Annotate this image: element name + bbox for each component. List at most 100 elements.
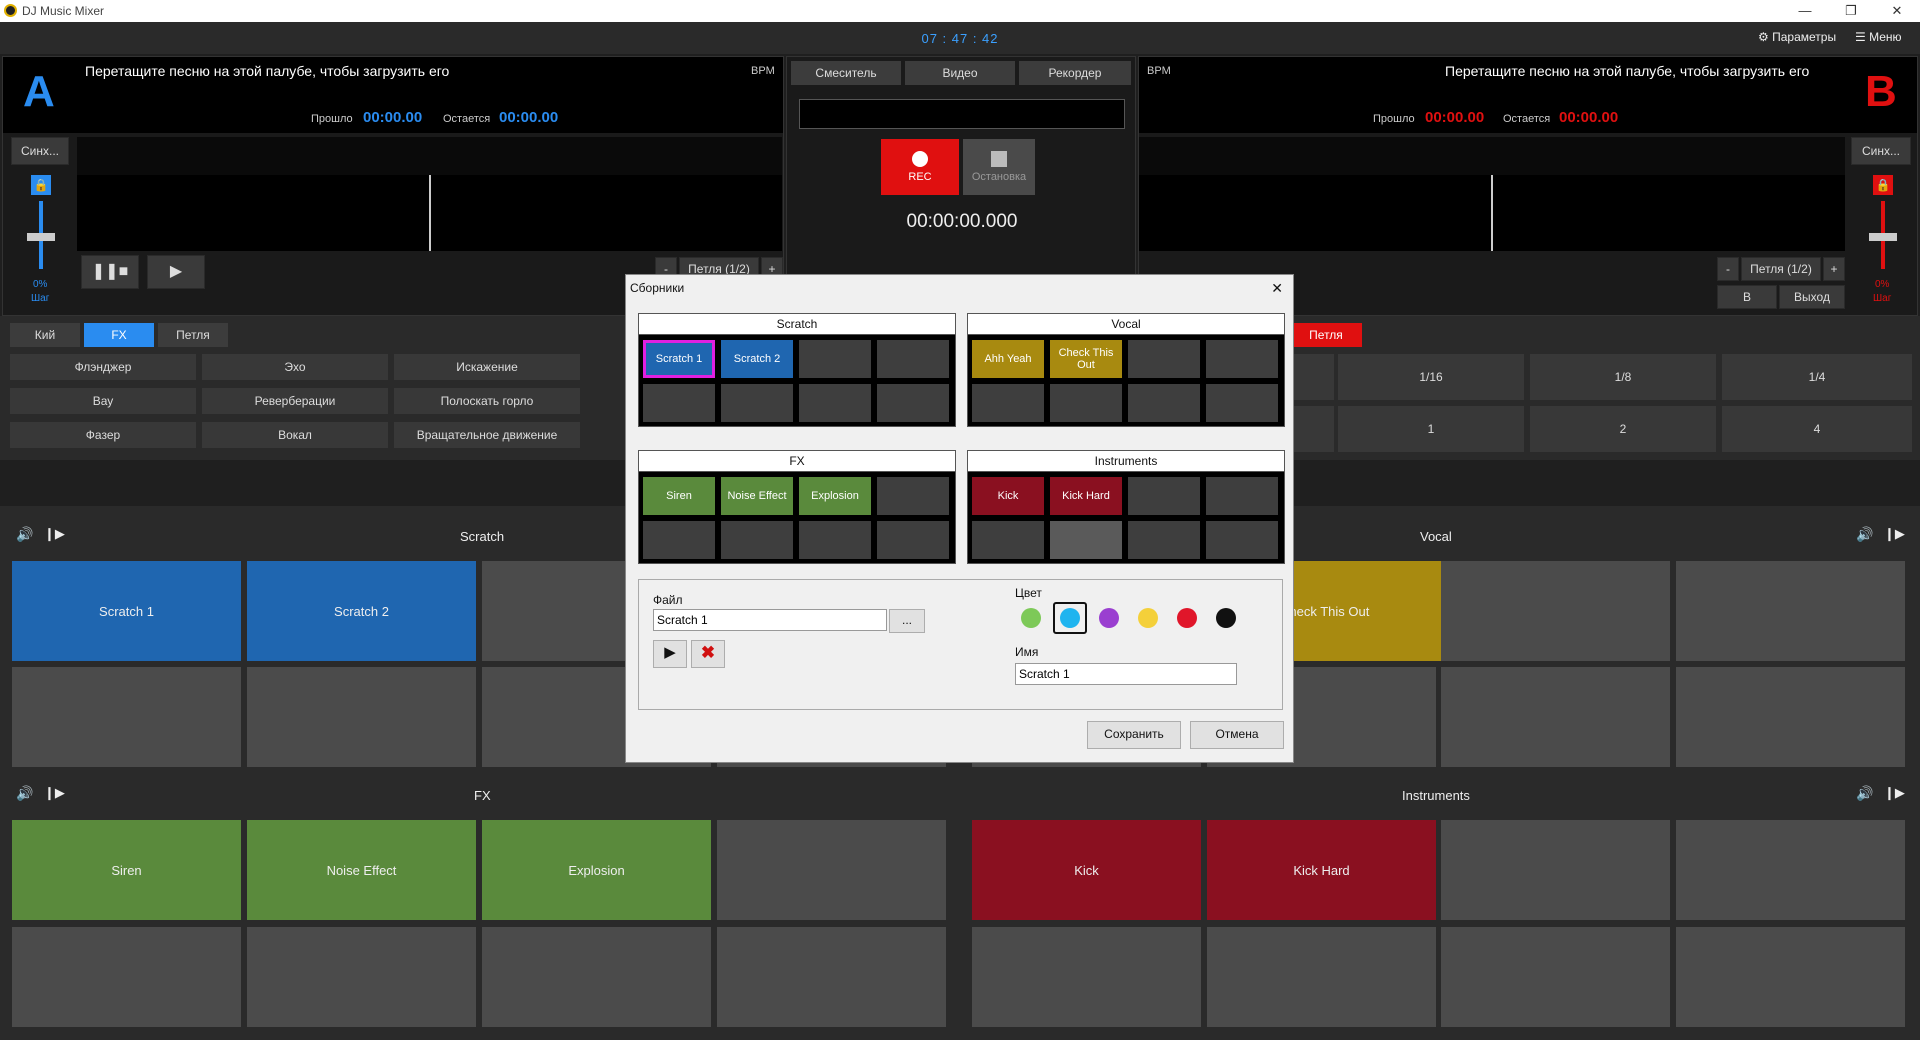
maximize-button[interactable]: ❐: [1828, 0, 1874, 22]
dialog-pad[interactable]: Check This Out: [1050, 340, 1122, 378]
rec-button[interactable]: REC: [881, 139, 959, 195]
dialog-pad[interactable]: [1128, 340, 1200, 378]
tab-fx[interactable]: FX: [84, 323, 154, 347]
loop-2-button[interactable]: 2: [1530, 406, 1716, 452]
dialog-pad[interactable]: [1128, 384, 1200, 422]
color-swatch-purple[interactable]: [1099, 608, 1119, 628]
sample-pad[interactable]: [717, 820, 946, 920]
dialog-pad[interactable]: [877, 384, 949, 422]
tab-recorder[interactable]: Рекордер: [1019, 61, 1131, 85]
sample-pad[interactable]: [1676, 820, 1905, 920]
play-pause-icon[interactable]: ❙▶: [1884, 785, 1905, 801]
color-swatch-yellow[interactable]: [1138, 608, 1158, 628]
dialog-pad[interactable]: Explosion: [799, 477, 871, 515]
tab-video[interactable]: Видео: [905, 61, 1015, 85]
sample-pad[interactable]: [1441, 820, 1670, 920]
dialog-close-icon[interactable]: ✕: [1271, 275, 1283, 301]
sample-pad[interactable]: [1676, 927, 1905, 1027]
play-pause-icon[interactable]: ❙▶: [44, 526, 65, 542]
dialog-pad[interactable]: [721, 384, 793, 422]
play-pause-icon[interactable]: ❙▶: [44, 785, 65, 801]
sample-pad[interactable]: Scratch 1: [12, 561, 241, 661]
cancel-button[interactable]: Отмена: [1190, 721, 1284, 749]
sample-pad[interactable]: Kick: [972, 820, 1201, 920]
play-pause-icon[interactable]: ❙▶: [1884, 526, 1905, 542]
dialog-pad[interactable]: [1050, 521, 1122, 559]
dialog-pad[interactable]: [799, 340, 871, 378]
fx-phaser-button[interactable]: Фазер: [10, 422, 196, 448]
sample-pad[interactable]: [972, 927, 1201, 1027]
sample-pad[interactable]: [1441, 561, 1670, 661]
dialog-pad[interactable]: Noise Effect: [721, 477, 793, 515]
deck-a-pause-stop-button[interactable]: ❚❚■: [81, 255, 139, 289]
deck-a-pitch-handle[interactable]: [27, 233, 55, 241]
dialog-pad[interactable]: [799, 521, 871, 559]
loop-1-button[interactable]: 1: [1338, 406, 1524, 452]
dialog-pad[interactable]: [1206, 384, 1278, 422]
sample-pad[interactable]: [1207, 927, 1436, 1027]
sample-pad[interactable]: [482, 927, 711, 1027]
sample-pad[interactable]: [247, 927, 476, 1027]
lock-icon[interactable]: 🔒: [1873, 175, 1893, 195]
deck-b-waveform[interactable]: [1139, 175, 1845, 251]
loop-4-button[interactable]: 4: [1722, 406, 1912, 452]
file-input[interactable]: [653, 609, 887, 631]
dialog-pad[interactable]: [643, 521, 715, 559]
fx-echo-button[interactable]: Эхо: [202, 354, 388, 380]
dialog-pad[interactable]: [643, 384, 715, 422]
loop-1-4-button[interactable]: 1/4: [1722, 354, 1912, 400]
sample-pad[interactable]: [12, 927, 241, 1027]
sample-pad[interactable]: [247, 667, 476, 767]
dialog-pad[interactable]: Kick Hard: [1050, 477, 1122, 515]
tab-loop[interactable]: Петля: [158, 323, 228, 347]
fx-vocal-button[interactable]: Вокал: [202, 422, 388, 448]
preview-play-button[interactable]: ▶: [653, 640, 687, 668]
fx-wah-button[interactable]: Вау: [10, 388, 196, 414]
volume-icon[interactable]: 🔊: [16, 785, 33, 802]
dialog-pad[interactable]: [1128, 521, 1200, 559]
fx-distortion-button[interactable]: Искажение: [394, 354, 580, 380]
sample-pad[interactable]: Kick Hard: [1207, 820, 1436, 920]
minimize-button[interactable]: —: [1782, 0, 1828, 22]
color-swatch-green[interactable]: [1021, 608, 1041, 628]
loop-extra-button[interactable]: [1294, 354, 1334, 400]
name-input[interactable]: [1015, 663, 1237, 685]
close-button[interactable]: ✕: [1874, 0, 1920, 22]
dialog-pad[interactable]: [799, 384, 871, 422]
dialog-pad[interactable]: [721, 521, 793, 559]
volume-icon[interactable]: 🔊: [16, 526, 33, 543]
stop-record-button[interactable]: Остановка: [963, 139, 1035, 195]
deck-b-pitch-handle[interactable]: [1869, 233, 1897, 241]
dialog-pad[interactable]: [877, 521, 949, 559]
dialog-pad[interactable]: [877, 477, 949, 515]
sample-pad[interactable]: [1441, 667, 1670, 767]
lock-icon[interactable]: 🔒: [31, 175, 51, 195]
sample-pad[interactable]: [12, 667, 241, 767]
dialog-pad[interactable]: [972, 384, 1044, 422]
delete-button[interactable]: ✖: [691, 640, 725, 668]
sample-pad[interactable]: Explosion: [482, 820, 711, 920]
tab-mixer[interactable]: Смеситель: [791, 61, 901, 85]
dialog-pad[interactable]: [1206, 477, 1278, 515]
dialog-pad[interactable]: [877, 340, 949, 378]
deck-b-loop-plus[interactable]: +: [1823, 257, 1845, 281]
fx-rotate-button[interactable]: Вращательное движение: [394, 422, 580, 448]
deck-b-tab-loop[interactable]: Петля: [1290, 323, 1362, 347]
dialog-pad[interactable]: [1128, 477, 1200, 515]
deck-a-sync-button[interactable]: Синх...: [11, 137, 69, 165]
deck-b-in-button[interactable]: В: [1717, 285, 1777, 309]
loop-extra-button[interactable]: [1294, 406, 1334, 452]
dialog-pad[interactable]: [1050, 384, 1122, 422]
dialog-pad[interactable]: Scratch 2: [721, 340, 793, 378]
sample-pad[interactable]: Noise Effect: [247, 820, 476, 920]
volume-icon[interactable]: 🔊: [1856, 526, 1873, 543]
dialog-pad[interactable]: Kick: [972, 477, 1044, 515]
sample-pad[interactable]: [1676, 561, 1905, 661]
menu-button[interactable]: ☰ Меню: [1855, 30, 1902, 44]
volume-icon[interactable]: 🔊: [1856, 785, 1873, 802]
fx-gargle-button[interactable]: Полоскать горло: [394, 388, 580, 414]
dialog-pad[interactable]: Ahh Yeah: [972, 340, 1044, 378]
fx-flanger-button[interactable]: Флэнджер: [10, 354, 196, 380]
deck-a-waveform[interactable]: [77, 175, 782, 251]
color-swatch-blue[interactable]: [1060, 608, 1080, 628]
